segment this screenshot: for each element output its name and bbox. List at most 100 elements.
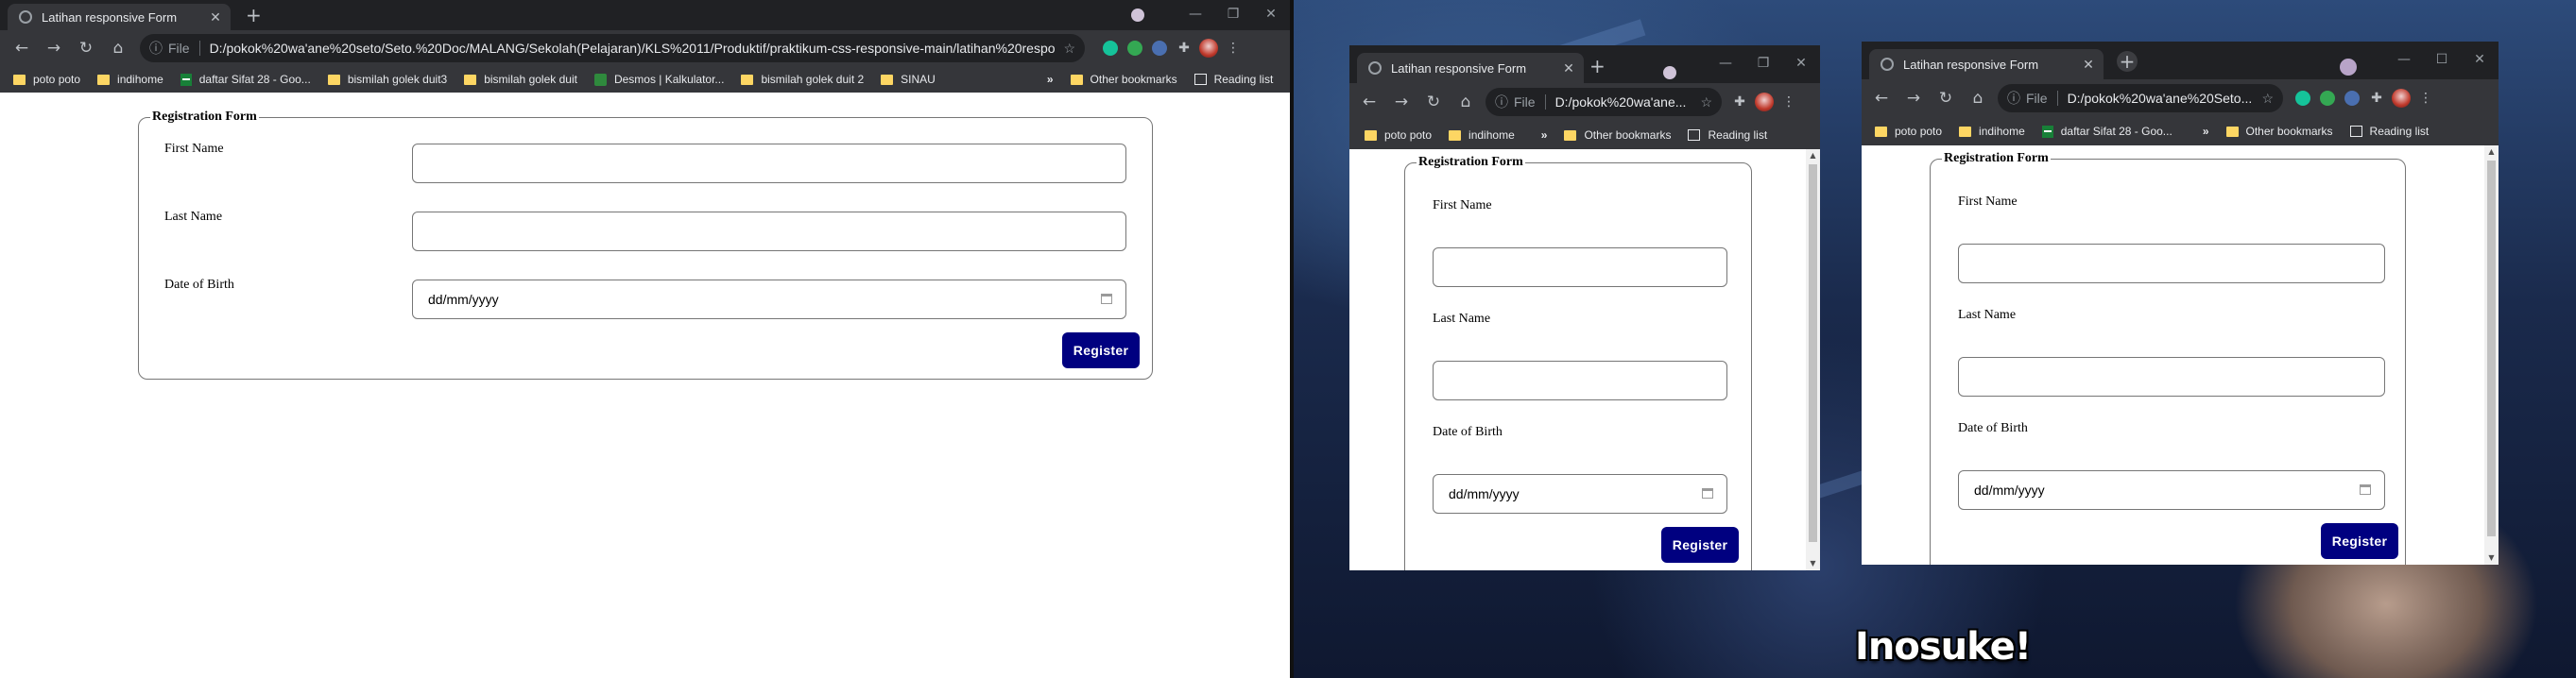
scroll-down-icon[interactable]: ▼ [2484, 551, 2499, 565]
bookmark-item[interactable]: daftar Sifat 28 - Goo... [2041, 125, 2172, 138]
avatar[interactable] [1196, 34, 1221, 62]
bookmark-item[interactable]: poto poto [1875, 125, 1942, 138]
reading-list[interactable]: Reading list [2349, 125, 2429, 138]
star-icon[interactable]: ☆ [1700, 94, 1712, 110]
forward-button[interactable]: → [1385, 93, 1417, 111]
home-button[interactable]: ⌂ [102, 39, 134, 58]
register-button[interactable]: Register [1661, 527, 1739, 563]
new-tab-button[interactable]: + [1589, 57, 1606, 76]
bookmark-item[interactable]: poto poto [13, 73, 80, 86]
first-name-input[interactable] [412, 144, 1126, 183]
bookmark-item[interactable]: indihome [1449, 128, 1515, 142]
back-button[interactable]: ← [6, 39, 38, 58]
extension-blue-icon[interactable] [1147, 34, 1172, 62]
bookmark-item[interactable]: indihome [97, 73, 163, 86]
extension-grammarly-icon[interactable] [2291, 84, 2315, 112]
bookmark-item[interactable]: Desmos | Kalkulator... [593, 73, 724, 86]
chevron-more-icon[interactable]: » [1047, 73, 1054, 86]
other-bookmarks[interactable]: Other bookmarks [1070, 73, 1177, 86]
reload-button[interactable]: ↻ [1930, 89, 1962, 108]
forward-button[interactable]: → [1898, 89, 1930, 108]
minimize-button[interactable]: — [2385, 45, 2423, 74]
last-name-input[interactable] [1958, 357, 2385, 397]
forward-button[interactable]: → [38, 39, 70, 58]
profile-dot-icon[interactable] [1663, 66, 1676, 79]
close-icon[interactable]: ✕ [2079, 57, 2098, 73]
sheets-icon [2041, 125, 2053, 138]
bookmark-item[interactable]: SINAU [881, 73, 936, 86]
tab-active[interactable]: Latihan responsive Form ✕ [1869, 49, 2104, 79]
scroll-thumb[interactable] [1809, 164, 1817, 542]
window-close-button[interactable]: ✕ [1782, 49, 1820, 77]
extension-green-icon[interactable] [1123, 34, 1147, 62]
avatar[interactable] [1752, 88, 1777, 116]
window-close-button[interactable]: ✕ [1252, 0, 1290, 28]
scroll-up-icon[interactable]: ▲ [1806, 149, 1820, 162]
bookmark-item[interactable]: bismilah golek duit3 [327, 73, 447, 86]
bookmark-item[interactable]: bismilah golek duit [464, 73, 577, 86]
address-bar[interactable]: ⓘ File D:/pokok%20wa'ane%20Seto... ☆ [1998, 84, 2283, 112]
new-tab-button[interactable]: + [2117, 51, 2138, 72]
scroll-thumb[interactable] [2487, 161, 2496, 536]
extension-grammarly-icon[interactable] [1098, 34, 1123, 62]
first-name-input[interactable] [1958, 244, 2385, 283]
menu-icon[interactable]: ⋮ [1777, 88, 1801, 116]
restore-button[interactable]: ☐ [2423, 45, 2461, 74]
scrollbar[interactable]: ▲ ▼ [2484, 145, 2499, 565]
bookmark-item[interactable]: indihome [1959, 125, 2025, 138]
first-name-input[interactable] [1433, 247, 1727, 287]
bookmark-item[interactable]: poto poto [1365, 128, 1432, 142]
address-bar[interactable]: ⓘ File D:/pokok%20wa'ane... ☆ [1485, 88, 1722, 116]
chevron-more-icon[interactable]: » [2203, 125, 2209, 138]
calendar-icon[interactable] [1101, 294, 1112, 304]
bookmark-item[interactable]: bismilah golek duit 2 [741, 73, 864, 86]
bookmark-item[interactable]: daftar Sifat 28 - Goo... [180, 73, 311, 86]
star-icon[interactable]: ☆ [2261, 91, 2274, 107]
back-button[interactable]: ← [1865, 89, 1898, 108]
extensions-puzzle-icon[interactable]: ✚ [1172, 34, 1196, 62]
window-close-button[interactable]: ✕ [2461, 45, 2499, 74]
restore-button[interactable]: ❐ [1744, 49, 1782, 77]
register-button[interactable]: Register [1062, 332, 1140, 368]
register-button[interactable]: Register [2321, 523, 2398, 559]
extension-blue-icon[interactable] [2340, 84, 2364, 112]
profile-dot-icon[interactable] [2340, 59, 2357, 76]
dob-input[interactable]: dd/mm/yyyy [1433, 474, 1727, 514]
scroll-down-icon[interactable]: ▼ [1806, 557, 1820, 570]
extension-green-icon[interactable] [2315, 84, 2340, 112]
reading-list[interactable]: Reading list [1194, 73, 1273, 86]
calendar-icon[interactable] [2360, 484, 2371, 495]
extensions-puzzle-icon[interactable]: ✚ [1727, 88, 1752, 116]
close-icon[interactable]: ✕ [206, 9, 225, 25]
reload-button[interactable]: ↻ [70, 39, 102, 58]
minimize-button[interactable]: — [1707, 49, 1744, 77]
profile-dot-icon[interactable] [1131, 8, 1144, 22]
minimize-button[interactable]: — [1176, 0, 1214, 28]
tab-active[interactable]: Latihan responsive Form ✕ [1357, 53, 1584, 83]
home-button[interactable]: ⌂ [1962, 89, 1994, 108]
menu-icon[interactable]: ⋮ [2413, 84, 2438, 112]
address-bar[interactable]: ⓘ File D:/pokok%20wa'ane%20seto/Seto.%20… [140, 34, 1085, 62]
home-button[interactable]: ⌂ [1450, 93, 1482, 111]
new-tab-button[interactable]: + [246, 6, 262, 25]
reload-button[interactable]: ↻ [1417, 93, 1450, 111]
other-bookmarks[interactable]: Other bookmarks [1564, 128, 1671, 142]
tab-active[interactable]: Latihan responsive Form ✕ [8, 4, 231, 30]
dob-input[interactable]: dd/mm/yyyy [412, 280, 1126, 319]
close-icon[interactable]: ✕ [1559, 60, 1578, 76]
calendar-icon[interactable] [1702, 488, 1713, 499]
last-name-input[interactable] [1433, 361, 1727, 400]
other-bookmarks[interactable]: Other bookmarks [2225, 125, 2333, 138]
dob-input[interactable]: dd/mm/yyyy [1958, 470, 2385, 510]
last-name-input[interactable] [412, 212, 1126, 251]
restore-button[interactable]: ❐ [1214, 0, 1252, 28]
scrollbar[interactable]: ▲ ▼ [1806, 149, 1820, 570]
menu-icon[interactable]: ⋮ [1221, 34, 1245, 62]
chevron-more-icon[interactable]: » [1541, 128, 1548, 142]
extensions-puzzle-icon[interactable]: ✚ [2364, 84, 2389, 112]
avatar[interactable] [2389, 84, 2413, 112]
back-button[interactable]: ← [1353, 93, 1385, 111]
scroll-up-icon[interactable]: ▲ [2484, 145, 2499, 159]
star-icon[interactable]: ☆ [1063, 41, 1075, 57]
reading-list[interactable]: Reading list [1688, 128, 1767, 142]
